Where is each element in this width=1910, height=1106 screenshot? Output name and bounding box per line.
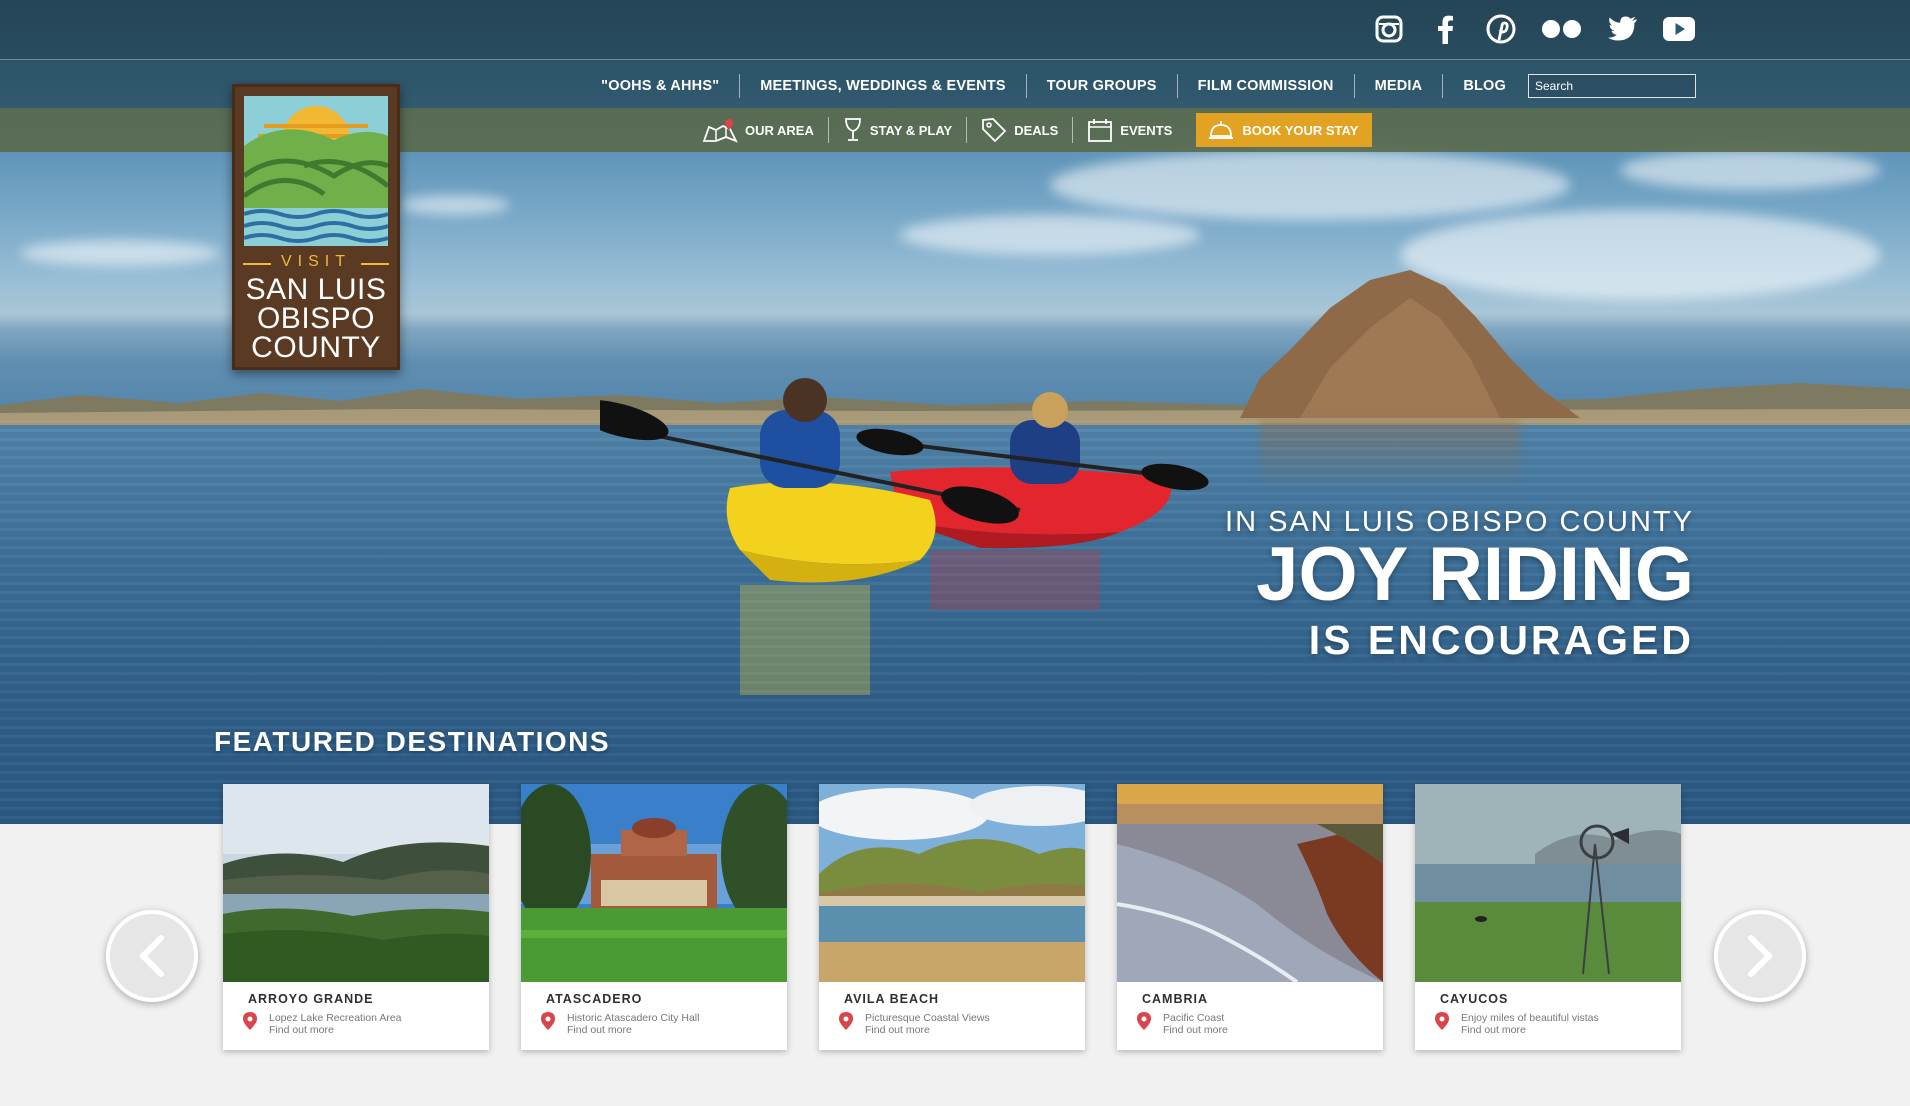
card-photo [521,784,787,982]
logo-landscape-icon [244,96,388,246]
nav-stay-play-label: STAY & PLAY [869,122,953,138]
nav-blog[interactable]: BLOG [1443,74,1526,98]
social-links [1372,12,1696,46]
chevron-right-icon [1748,935,1774,977]
service-bell-icon [1209,121,1234,139]
cloud [20,240,220,266]
top-bar [0,0,1910,60]
location-pin-icon [541,1012,555,1030]
cloud [1050,150,1570,220]
card-title: CAMBRIA [1142,992,1209,1006]
location-pin-icon [839,1012,853,1030]
cloud [1620,150,1880,190]
nav-stay-play[interactable]: STAY & PLAY [829,117,968,143]
cloud [400,195,510,215]
destination-card-atascadero[interactable]: ATASCADERO Historic Atascadero City Hall… [521,784,787,1050]
nav-events-label: EVENTS [1120,122,1173,138]
hero-line-2: JOY RIDING [1256,532,1694,617]
kayakers [600,378,1209,695]
tag-icon [982,118,1007,143]
search-input[interactable] [1528,74,1696,98]
destination-card-arroyo-grande[interactable]: ARROYO GRANDE Lopez Lake Recreation Area… [223,784,489,1050]
card-photo [1415,784,1681,982]
nav-tour-groups[interactable]: TOUR GROUPS [1027,74,1178,98]
carousel-next-button[interactable] [1714,910,1806,1002]
nav-events[interactable]: EVENTS [1073,117,1186,143]
primary-nav: "OOHS & AHHS" MEETINGS, WEDDINGS & EVENT… [581,72,1696,100]
location-pin-icon [1137,1012,1151,1030]
hero-headline: IN SAN LUIS OBISPO COUNTY JOY RIDING IS … [1225,506,1694,664]
wine-glass-icon [844,118,861,141]
card-subtitle: Lopez Lake Recreation Area [269,1012,402,1024]
carousel-prev-button[interactable] [106,910,198,1002]
destination-card-avila-beach[interactable]: AVILA BEACH Picturesque Coastal Views Fi… [819,784,1085,1050]
map-icon [702,119,738,143]
card-subtitle: Enjoy miles of beautiful vistas [1461,1012,1599,1024]
chevron-left-icon [138,935,164,977]
nav-film-commission[interactable]: FILM COMMISSION [1178,74,1355,98]
nav-media[interactable]: MEDIA [1355,74,1444,98]
pinterest-icon[interactable] [1484,12,1518,46]
site-logo[interactable]: VISIT SAN LUIS OBISPO COUNTY [232,84,400,370]
flickr-icon[interactable] [1540,12,1584,46]
featured-destinations-heading: FEATURED DESTINATIONS [214,726,611,757]
card-find-out-more-link[interactable]: Find out more [269,1024,334,1036]
card-find-out-more-link[interactable]: Find out more [1163,1024,1228,1036]
nav-oohs-ahhs[interactable]: "OOHS & AHHS" [581,74,741,98]
card-title: AVILA BEACH [844,992,940,1006]
card-find-out-more-link[interactable]: Find out more [567,1024,632,1036]
card-subtitle: Historic Atascadero City Hall [567,1012,700,1024]
youtube-icon[interactable] [1662,12,1696,46]
logo-visit-text: VISIT [235,253,397,271]
morro-rock [1240,270,1580,418]
card-title: ARROYO GRANDE [248,992,374,1006]
card-find-out-more-link[interactable]: Find out more [865,1024,930,1036]
destination-card-cayucos[interactable]: CAYUCOS Enjoy miles of beautiful vistas … [1415,784,1681,1050]
card-title: CAYUCOS [1440,992,1509,1006]
nav-deals-label: DEALS [1014,122,1059,138]
destination-cards: ARROYO GRANDE Lopez Lake Recreation Area… [223,784,1681,1050]
book-your-stay-label: BOOK YOUR STAY [1242,122,1359,138]
logo-name-text: SAN LUIS OBISPO COUNTY [245,273,387,364]
location-pin-icon [1435,1012,1449,1030]
card-photo [819,784,1085,982]
card-subtitle: Picturesque Coastal Views [865,1012,990,1024]
calendar-icon [1088,119,1113,142]
card-title: ATASCADERO [546,992,643,1006]
destination-card-cambria[interactable]: CAMBRIA Pacific Coast Find out more [1117,784,1383,1050]
card-photo [223,784,489,982]
facebook-icon[interactable] [1428,12,1462,46]
card-find-out-more-link[interactable]: Find out more [1461,1024,1526,1036]
twitter-icon[interactable] [1606,12,1640,46]
cloud [900,215,1200,255]
book-your-stay-button[interactable]: BOOK YOUR STAY [1196,113,1373,147]
hero-line-3: IS ENCOURAGED [1308,617,1694,663]
secondary-nav: OUR AREA STAY & PLAY DEALS EVENTS BOOK Y… [688,112,1373,148]
instagram-icon[interactable] [1372,12,1406,46]
nav-our-area[interactable]: OUR AREA [688,117,829,143]
card-photo [1117,784,1383,982]
location-pin-icon [243,1012,257,1030]
nav-deals[interactable]: DEALS [967,117,1074,143]
card-subtitle: Pacific Coast [1163,1012,1225,1024]
nav-meetings-weddings-events[interactable]: MEETINGS, WEDDINGS & EVENTS [740,74,1027,98]
nav-our-area-label: OUR AREA [745,122,814,138]
